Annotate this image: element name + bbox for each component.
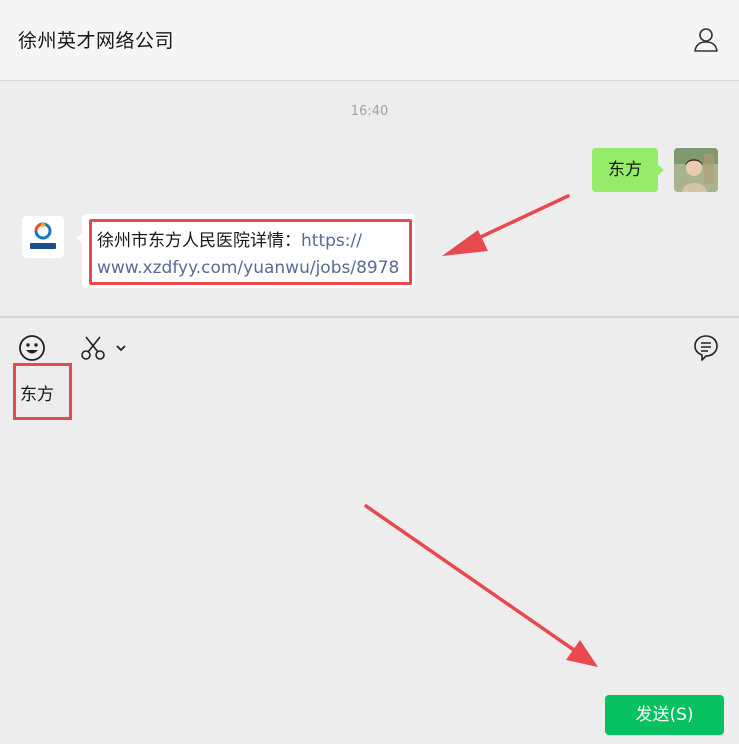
person-icon[interactable] [690,24,722,56]
self-avatar[interactable] [674,148,718,192]
arrow-to-send [364,504,598,667]
scissors-icon[interactable] [79,334,107,366]
chat-title: 徐州英才网络公司 [18,30,175,52]
chat-history-icon[interactable] [692,333,720,367]
emoji-icon[interactable] [17,333,47,367]
chat-header: 徐州英才网络公司 [0,0,739,81]
input-toolbar [0,330,739,366]
message-highlight-box [89,219,412,285]
chat-area: 16:40 东方 徐州市东方人民医院详情：https:// www.xzdfyy… [0,82,739,317]
chevron-down-icon[interactable] [114,340,128,359]
send-button[interactable]: 发送(S) [605,695,724,735]
contact-avatar[interactable] [22,216,64,258]
input-divider [0,316,739,318]
self-message-bubble[interactable]: 东方 [592,148,664,192]
input-highlight-box [13,363,72,420]
message-timestamp: 16:40 [350,104,389,119]
